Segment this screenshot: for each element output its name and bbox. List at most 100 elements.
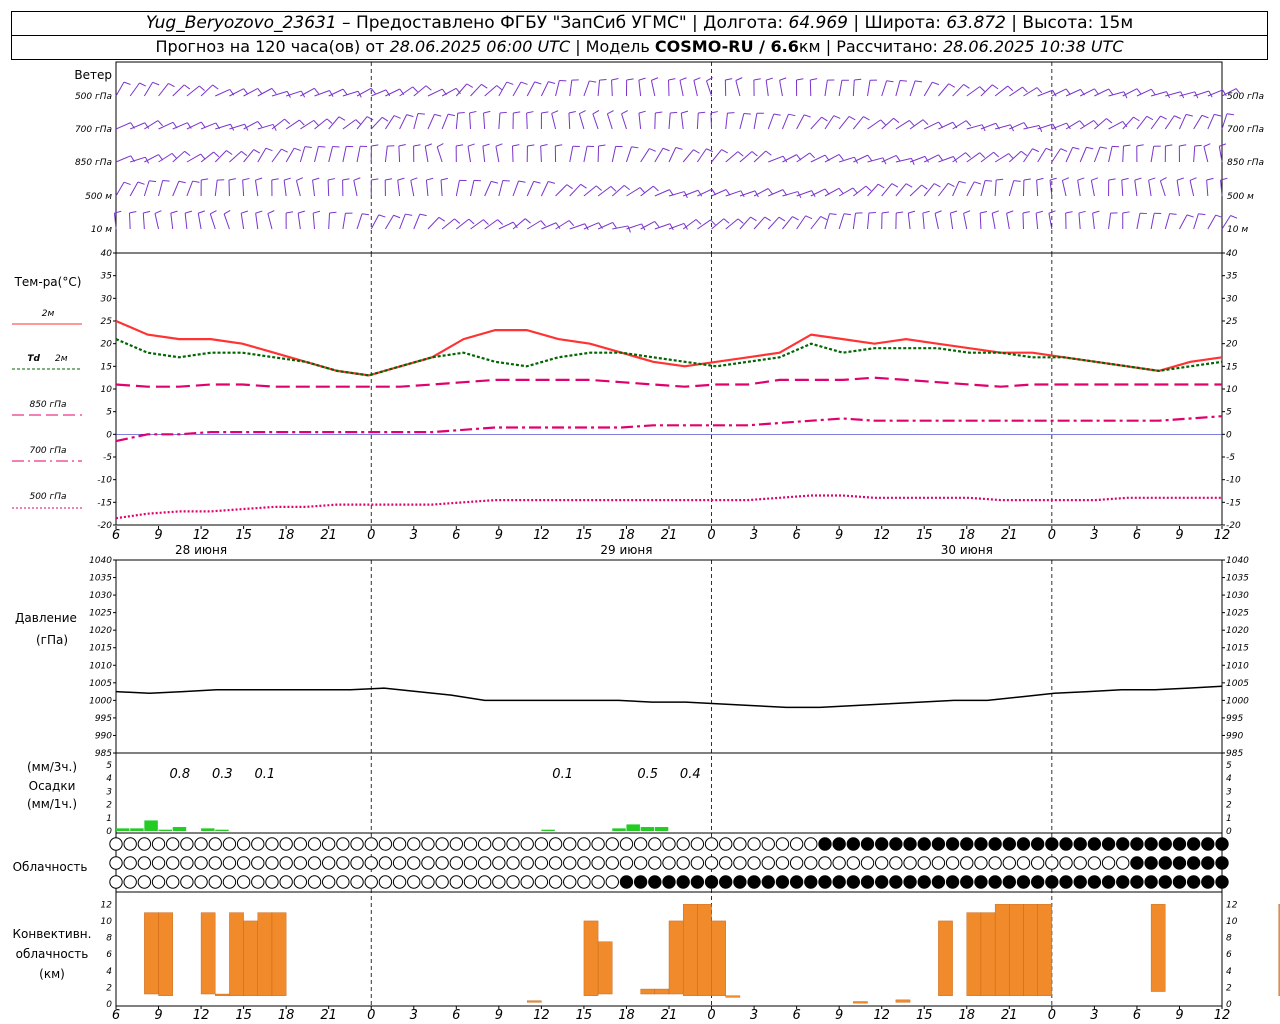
wind-barb-feather bbox=[773, 113, 781, 116]
wind-barb bbox=[356, 213, 370, 230]
wind-barb-shaft bbox=[342, 146, 347, 163]
cloud-symbol bbox=[591, 875, 605, 889]
wind-barb-shaft bbox=[1193, 146, 1196, 163]
wind-barb bbox=[1179, 214, 1194, 230]
wind-barb-shaft bbox=[229, 150, 242, 163]
precip-bar bbox=[612, 828, 626, 831]
cloud-circle bbox=[1016, 837, 1031, 851]
wind-barb-feather bbox=[468, 218, 475, 225]
cloud-symbol bbox=[1144, 856, 1158, 870]
wind-barb-shaft bbox=[611, 79, 613, 97]
cloud-symbol bbox=[1130, 837, 1144, 851]
wind-barb-shaft bbox=[1108, 213, 1112, 230]
wind-barb-feather bbox=[355, 119, 362, 125]
cloud-symbol bbox=[392, 837, 407, 851]
wind-barb-feather bbox=[1078, 210, 1086, 214]
cloud-symbol bbox=[506, 856, 520, 870]
wind-barb-feather bbox=[679, 77, 687, 81]
cloud-symbol bbox=[903, 875, 917, 889]
cloud-symbol bbox=[166, 837, 180, 851]
wind-barb-feather bbox=[393, 115, 401, 119]
wind-barb-feather bbox=[868, 211, 876, 214]
cloud-symbol bbox=[917, 875, 931, 889]
cloud-circle bbox=[889, 856, 903, 870]
conv-bar bbox=[144, 912, 159, 995]
pres-tick-label-left: 990 bbox=[95, 731, 112, 741]
bottom-x-label: 3 bbox=[750, 1008, 758, 1023]
cloud-circle bbox=[1101, 856, 1116, 870]
wind-barb-feather bbox=[283, 177, 291, 181]
wind-barb-shaft bbox=[115, 81, 125, 97]
wind-barb bbox=[512, 111, 521, 130]
cloud-symbol bbox=[1045, 875, 1059, 889]
conv-tick-left: 6 bbox=[106, 950, 112, 960]
cloud-symbol bbox=[194, 875, 208, 889]
wind-barb-feather bbox=[481, 83, 488, 89]
cloud-circle bbox=[1186, 837, 1201, 851]
cloud-symbol bbox=[1101, 875, 1116, 889]
conv-bar bbox=[158, 912, 173, 996]
wind-barb-shaft bbox=[356, 213, 363, 230]
wind-barb bbox=[200, 178, 209, 197]
wind-barb-feather bbox=[241, 150, 248, 157]
cloud-symbol bbox=[350, 837, 364, 851]
wind-barb bbox=[285, 147, 301, 163]
meteogram: Ветер 500 гПа 500 гПа700 гПа 700 гПа850 гП… bbox=[12, 61, 1280, 1023]
temp-x-label: 21 bbox=[661, 528, 678, 543]
wind-barb bbox=[569, 145, 580, 163]
wind-barb-shaft bbox=[1136, 213, 1141, 230]
wind-barb-feather bbox=[921, 184, 928, 190]
cloud-circle bbox=[789, 875, 804, 889]
wind-barb-feather bbox=[1203, 143, 1211, 147]
wind-barb-feather bbox=[947, 182, 955, 188]
wind-barb-feather bbox=[129, 211, 137, 214]
cloud-symbol bbox=[931, 856, 946, 870]
wind-barb-feather bbox=[469, 110, 477, 114]
wind-barb bbox=[1178, 144, 1187, 163]
wind-barb-shaft bbox=[824, 80, 828, 97]
wind-barb-feather bbox=[623, 184, 631, 191]
wind-barb-feather bbox=[1060, 148, 1068, 152]
wind-barb bbox=[356, 145, 368, 163]
cloud-circle bbox=[903, 875, 917, 889]
temp-tick-label-left: 30 bbox=[101, 294, 113, 304]
wind-barb-feather bbox=[848, 115, 856, 121]
cloud-symbol bbox=[407, 837, 421, 851]
cloud-symbol bbox=[492, 837, 506, 851]
wind-barb-feather bbox=[526, 111, 534, 114]
wind-barb-shaft bbox=[638, 113, 642, 130]
wind-barb-shaft bbox=[980, 84, 993, 97]
cloud-circle bbox=[733, 837, 747, 851]
wind-barb bbox=[795, 78, 804, 97]
conv-tick-left: 4 bbox=[106, 967, 112, 977]
wind-barb bbox=[724, 78, 733, 97]
wind-barb-feather bbox=[854, 78, 862, 81]
cloud-circle bbox=[194, 875, 208, 889]
wind-barb-shaft bbox=[441, 113, 449, 130]
cloud-symbol bbox=[775, 875, 790, 889]
wind-barb-feather bbox=[198, 210, 206, 214]
wind-barb-shaft bbox=[483, 113, 486, 130]
cloud-circle bbox=[775, 837, 790, 851]
pressure-line bbox=[115, 685, 1223, 709]
cloud-circle bbox=[719, 875, 733, 889]
wind-barb bbox=[413, 144, 421, 163]
cloud-circle bbox=[279, 837, 293, 851]
cloud-symbol bbox=[563, 856, 577, 870]
wind-barb-shaft bbox=[606, 113, 613, 130]
wind-barb-shaft bbox=[963, 213, 968, 230]
cloud-circle bbox=[463, 856, 478, 870]
conv-title-2: облачность bbox=[16, 947, 89, 961]
wind-barb bbox=[540, 144, 548, 163]
cloud-circle bbox=[818, 856, 832, 870]
wind-barb-shaft bbox=[583, 146, 588, 163]
wind-barb-feather bbox=[693, 149, 700, 154]
wind-barb bbox=[384, 178, 393, 197]
cloud-circle bbox=[889, 875, 903, 889]
cloud-symbol bbox=[874, 875, 889, 889]
cloud-symbol bbox=[378, 837, 393, 851]
wind-barb bbox=[469, 110, 477, 130]
cloud-symbol bbox=[1130, 856, 1144, 870]
cloud-symbol bbox=[945, 837, 960, 851]
wind-barb-feather bbox=[1035, 210, 1044, 214]
